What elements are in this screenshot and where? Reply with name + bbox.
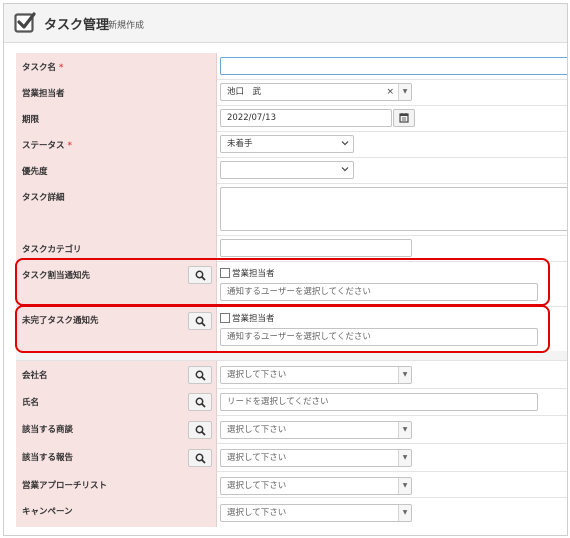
approach-list-label: 営業アプローチリスト: [22, 481, 108, 491]
detail-textarea[interactable]: [220, 187, 567, 231]
company-search-button[interactable]: [188, 366, 212, 384]
task-name-input[interactable]: [220, 57, 567, 75]
priority-label: 優先度: [22, 167, 48, 177]
row-report: 該当する報告 選択して下さい ▼: [16, 443, 567, 472]
row-task-name: タスク名 *: [16, 53, 567, 80]
priority-select[interactable]: [220, 161, 354, 179]
dropdown-arrow-icon[interactable]: ▼: [398, 84, 411, 100]
detail-label: タスク詳細: [22, 193, 65, 203]
sales-rep-label: 営業担当者: [22, 89, 65, 99]
search-icon: [195, 370, 206, 381]
highlight-incomplete-notify: [15, 305, 550, 353]
required-mark: *: [58, 63, 64, 73]
report-label: 該当する報告: [22, 453, 74, 463]
row-status: ステータス * 未着手: [16, 131, 567, 158]
checkbox-check-icon: [14, 12, 36, 33]
chevron-down-icon: [341, 141, 349, 146]
row-campaign: キャンペーン 選択して下さい ▼: [16, 497, 567, 527]
sales-rep-select[interactable]: 池口 武 × ▼: [220, 83, 412, 101]
deal-select[interactable]: 選択して下さい ▼: [220, 421, 412, 439]
report-search-button[interactable]: [188, 449, 212, 467]
dropdown-arrow-icon[interactable]: ▼: [398, 478, 411, 494]
row-name: 氏名 リードを選択してください: [16, 388, 567, 416]
dropdown-arrow-icon[interactable]: ▼: [398, 367, 411, 383]
status-select[interactable]: 未着手: [220, 135, 354, 153]
page-header: タスク管理 新規作成: [4, 4, 567, 43]
row-approach-list: 営業アプローチリスト 選択して下さい ▼: [16, 471, 567, 498]
name-label: 氏名: [22, 398, 40, 408]
deal-label: 該当する商談: [22, 425, 74, 435]
dropdown-arrow-icon[interactable]: ▼: [398, 450, 411, 466]
company-select[interactable]: 選択して下さい ▼: [220, 366, 412, 384]
campaign-select[interactable]: 選択して下さい ▼: [220, 504, 412, 522]
required-mark: *: [67, 141, 72, 151]
search-icon: [195, 397, 206, 408]
row-deal: 該当する商談 選択して下さい ▼: [16, 415, 567, 444]
name-search-button[interactable]: [188, 393, 212, 411]
status-label: ステータス: [22, 141, 65, 151]
search-icon: [195, 453, 206, 464]
category-input[interactable]: [220, 239, 412, 257]
row-priority: 優先度: [16, 157, 567, 184]
row-sales-rep: 営業担当者 池口 武 × ▼: [16, 79, 567, 106]
deadline-label: 期限: [22, 115, 40, 125]
clear-icon[interactable]: ×: [386, 84, 394, 100]
status-value: 未着手: [227, 139, 253, 149]
task-name-label: タスク名: [22, 63, 57, 73]
page-title: タスク管理: [44, 18, 110, 33]
page-subtitle: 新規作成: [108, 21, 145, 31]
deal-search-button[interactable]: [188, 421, 212, 439]
name-input[interactable]: リードを選択してください: [220, 393, 538, 411]
highlight-assign-notify: [15, 258, 550, 306]
approach-list-select[interactable]: 選択して下さい ▼: [220, 477, 412, 495]
deadline-input[interactable]: 2022/07/13: [220, 109, 392, 127]
row-detail: タスク詳細: [16, 183, 567, 236]
row-deadline: 期限 2022/07/13: [16, 105, 567, 132]
task-form-panel: タスク管理 新規作成 タスク名 * 営業担当者 池口 武 × ▼ 期限 2022…: [3, 3, 568, 536]
sales-rep-value: 池口 武: [227, 87, 262, 97]
chevron-down-icon: [341, 167, 349, 172]
calendar-button[interactable]: [393, 109, 415, 127]
row-company: 会社名 選択して下さい ▼: [16, 361, 567, 389]
report-select[interactable]: 選択して下さい ▼: [220, 449, 412, 467]
dropdown-arrow-icon[interactable]: ▼: [398, 505, 411, 521]
category-label: タスクカテゴリ: [22, 245, 82, 255]
calendar-icon: [399, 113, 409, 123]
campaign-label: キャンペーン: [22, 507, 73, 517]
dropdown-arrow-icon[interactable]: ▼: [398, 422, 411, 438]
company-label: 会社名: [22, 371, 48, 381]
search-icon: [195, 425, 206, 436]
